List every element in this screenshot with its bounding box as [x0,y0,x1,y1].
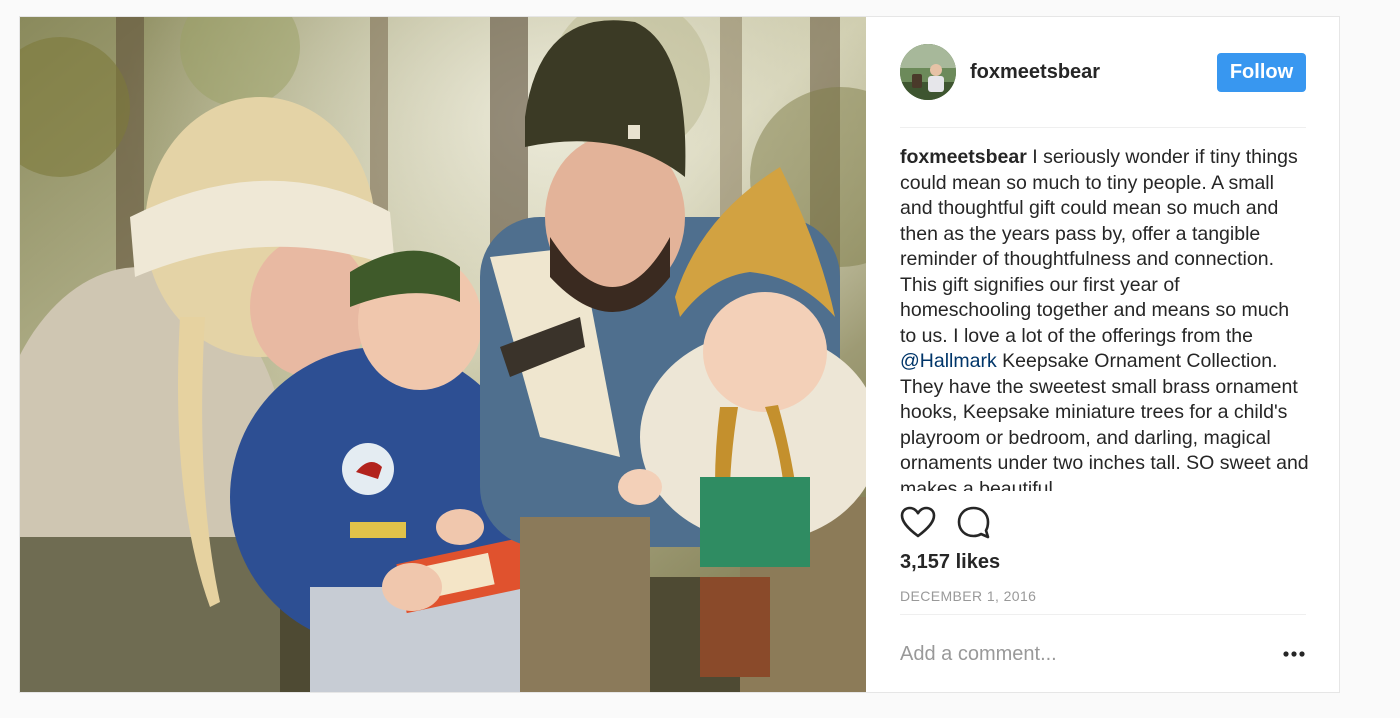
more-options-icon[interactable] [1282,645,1306,663]
avatar-image [900,44,956,100]
action-bar [900,505,1306,541]
comment-section [900,614,1306,693]
avatar[interactable] [900,44,956,100]
instagram-post: foxmeetsbear Follow foxmeetsbear I serio… [19,16,1340,693]
heart-icon[interactable] [900,505,936,541]
post-photo[interactable] [20,17,866,692]
post-sidebar: foxmeetsbear Follow foxmeetsbear I serio… [866,17,1339,692]
post-caption: foxmeetsbear I seriously wonder if tiny … [900,145,1310,491]
caption-username-link[interactable]: foxmeetsbear [900,146,1027,168]
post-date[interactable]: DECEMBER 1, 2016 [900,588,1036,604]
username-link[interactable]: foxmeetsbear [970,61,1100,84]
mention-link[interactable]: @Hallmark [900,350,997,372]
caption-text: I seriously wonder if tiny things could … [900,146,1298,347]
follow-button[interactable]: Follow [1217,53,1306,92]
likes-count[interactable]: 3,157 likes [900,551,1000,574]
comment-input[interactable] [900,639,1260,669]
family-photo-illustration [20,17,866,692]
comment-bubble-icon[interactable] [956,505,992,541]
post-header: foxmeetsbear Follow [900,17,1306,128]
